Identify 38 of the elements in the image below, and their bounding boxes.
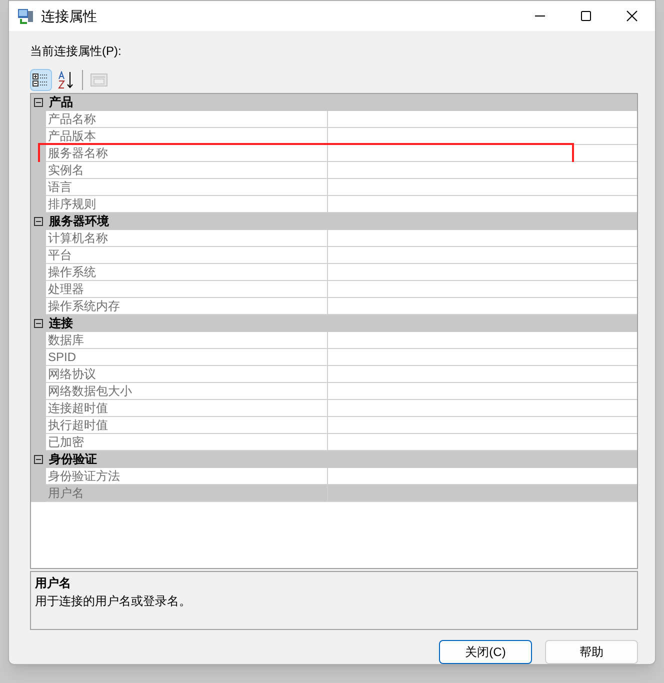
property-name[interactable]: 操作系统内存 bbox=[46, 298, 328, 315]
property-name[interactable]: 实例名 bbox=[46, 162, 328, 179]
category-heading: 服务器环境 bbox=[49, 213, 109, 230]
property-name[interactable]: 网络协议 bbox=[46, 366, 328, 383]
server-icon bbox=[17, 7, 35, 25]
collapse-icon[interactable] bbox=[34, 217, 43, 226]
category-heading: 连接 bbox=[49, 315, 73, 332]
window-title: 连接属性 bbox=[41, 6, 97, 26]
collapse-icon[interactable] bbox=[34, 319, 43, 328]
collapse-icon[interactable] bbox=[34, 455, 43, 464]
grid-label: 当前连接属性(P): bbox=[30, 43, 122, 60]
property-name[interactable]: 执行超时值 bbox=[46, 417, 328, 434]
property-name[interactable]: 产品名称 bbox=[46, 111, 328, 128]
categorized-view-icon[interactable] bbox=[30, 69, 52, 91]
maximize-icon bbox=[580, 10, 592, 22]
property-name[interactable]: SPID bbox=[46, 349, 328, 366]
row-gutter bbox=[31, 128, 46, 145]
property-name[interactable]: 网络数据包大小 bbox=[46, 383, 328, 400]
property-name[interactable]: 计算机名称 bbox=[46, 230, 328, 247]
property-name[interactable]: 数据库 bbox=[46, 332, 328, 349]
property-name[interactable]: 身份验证方法 bbox=[46, 468, 328, 485]
category-heading: 身份验证 bbox=[49, 451, 97, 468]
property-name[interactable]: 语言 bbox=[46, 179, 328, 196]
property-name[interactable]: 操作系统 bbox=[46, 264, 328, 281]
property-name[interactable]: 平台 bbox=[46, 247, 328, 264]
property-name[interactable]: 已加密 bbox=[46, 434, 328, 451]
property-name[interactable]: 处理器 bbox=[46, 281, 328, 298]
help-button[interactable]: 帮助 bbox=[545, 640, 638, 664]
property-name[interactable]: 连接超时值 bbox=[46, 400, 328, 417]
property-name[interactable]: 用户名 bbox=[46, 485, 328, 502]
close-dialog-button[interactable]: 关闭(C) bbox=[439, 640, 532, 664]
category-heading: 产品 bbox=[49, 94, 73, 111]
collapse-icon[interactable] bbox=[34, 98, 43, 107]
description-text: 用于连接的用户名或登录名。 bbox=[35, 593, 191, 610]
property-name[interactable]: 排序规则 bbox=[46, 196, 328, 213]
description-title: 用户名 bbox=[35, 575, 71, 592]
property-name[interactable]: 服务器名称 bbox=[46, 145, 328, 162]
close-icon bbox=[626, 10, 638, 22]
